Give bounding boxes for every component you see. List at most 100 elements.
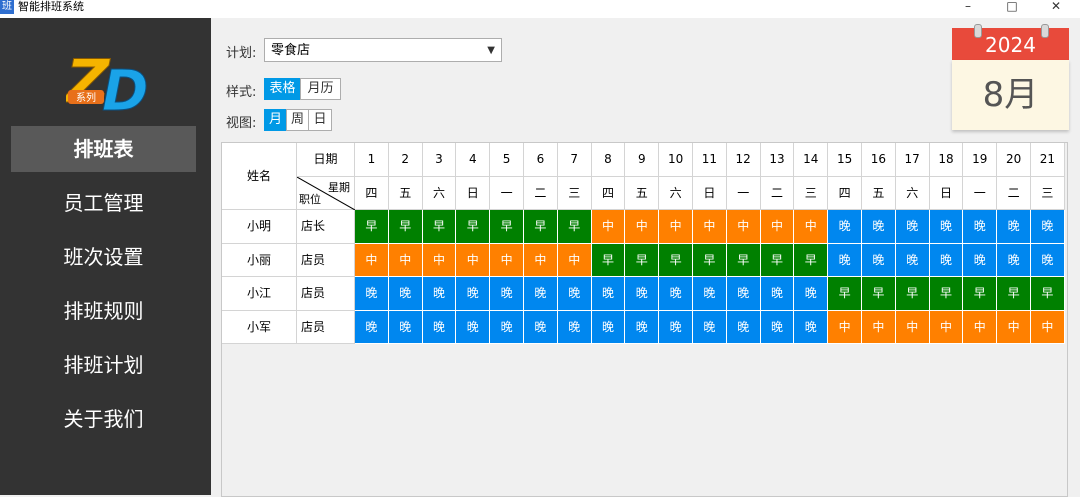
shift-cell[interactable]: 晚 (997, 210, 1031, 244)
shift-cell[interactable]: 晚 (963, 210, 998, 244)
shift-cell[interactable]: 早 (490, 210, 524, 244)
shift-cell[interactable]: 中 (388, 243, 423, 277)
shift-cell[interactable]: 中 (997, 310, 1031, 344)
shift-cell[interactable]: 晚 (693, 277, 727, 311)
sidebar-item-plans[interactable]: 排班计划 (11, 342, 196, 388)
shift-cell[interactable]: 晚 (456, 277, 491, 311)
view-option-month[interactable]: 月 (264, 109, 287, 131)
shift-cell[interactable]: 中 (524, 243, 558, 277)
shift-cell[interactable]: 晚 (388, 310, 423, 344)
shift-cell[interactable]: 中 (862, 310, 896, 344)
shift-cell[interactable]: 早 (963, 277, 998, 311)
shift-cell[interactable]: 早 (693, 243, 727, 277)
shift-cell[interactable]: 中 (659, 210, 693, 244)
sidebar-item-schedule[interactable]: 排班表 (11, 126, 196, 172)
shift-cell[interactable]: 晚 (355, 310, 389, 344)
shift-cell[interactable]: 晚 (456, 310, 491, 344)
shift-cell[interactable]: 晚 (524, 277, 558, 311)
shift-cell[interactable]: 晚 (997, 243, 1031, 277)
shift-cell[interactable]: 中 (828, 310, 862, 344)
shift-cell[interactable]: 早 (355, 210, 389, 244)
shift-cell[interactable]: 晚 (591, 310, 626, 344)
shift-cell[interactable]: 晚 (557, 310, 592, 344)
style-option-table[interactable]: 表格 (264, 78, 301, 100)
shift-cell[interactable]: 早 (1031, 277, 1065, 311)
shift-cell[interactable]: 晚 (895, 210, 930, 244)
close-button[interactable]: ✕ (1041, 0, 1071, 14)
shift-cell[interactable]: 中 (355, 243, 389, 277)
shift-cell[interactable]: 中 (625, 210, 660, 244)
shift-cell[interactable]: 晚 (659, 310, 693, 344)
shift-cell[interactable]: 晚 (726, 310, 761, 344)
shift-cell[interactable]: 晚 (828, 243, 862, 277)
shift-cell[interactable]: 晚 (693, 310, 727, 344)
shift-cell[interactable]: 中 (794, 210, 829, 244)
shift-cell[interactable]: 晚 (659, 277, 693, 311)
shift-cell[interactable]: 晚 (1031, 243, 1065, 277)
maximize-button[interactable]: □ (997, 0, 1027, 14)
style-option-calendar[interactable]: 月历 (300, 78, 341, 100)
shift-cell[interactable]: 中 (1031, 310, 1065, 344)
shift-cell[interactable]: 早 (659, 243, 693, 277)
shift-cell[interactable]: 中 (557, 243, 592, 277)
shift-cell[interactable]: 晚 (929, 210, 964, 244)
shift-cell[interactable]: 中 (422, 243, 457, 277)
shift-cell[interactable]: 晚 (828, 210, 862, 244)
shift-cell[interactable]: 早 (726, 243, 761, 277)
shift-cell[interactable]: 早 (388, 210, 423, 244)
shift-cell[interactable]: 中 (693, 210, 727, 244)
shift-cell[interactable]: 早 (625, 243, 660, 277)
shift-cell[interactable]: 早 (422, 210, 457, 244)
shift-cell[interactable]: 晚 (422, 277, 457, 311)
shift-cell[interactable]: 中 (726, 210, 761, 244)
shift-cell[interactable]: 中 (591, 210, 626, 244)
weekday-cell: 五 (388, 176, 423, 210)
shift-cell[interactable]: 早 (456, 210, 491, 244)
shift-cell[interactable]: 晚 (625, 277, 660, 311)
sidebar-item-employees[interactable]: 员工管理 (11, 180, 196, 226)
shift-cell[interactable]: 晚 (862, 243, 896, 277)
shift-cell[interactable]: 晚 (490, 277, 524, 311)
sidebar-item-shifts[interactable]: 班次设置 (11, 234, 196, 280)
shift-cell[interactable]: 晚 (760, 277, 795, 311)
shift-cell[interactable]: 晚 (388, 277, 423, 311)
shift-cell[interactable]: 早 (524, 210, 558, 244)
view-option-day[interactable]: 日 (308, 109, 332, 131)
shift-cell[interactable]: 早 (828, 277, 862, 311)
shift-cell[interactable]: 晚 (929, 243, 964, 277)
shift-cell[interactable]: 晚 (557, 277, 592, 311)
shift-cell[interactable]: 早 (794, 243, 829, 277)
shift-cell[interactable]: 早 (591, 243, 626, 277)
shift-cell[interactable]: 早 (997, 277, 1031, 311)
shift-cell[interactable]: 晚 (524, 310, 558, 344)
minimize-button[interactable]: – (953, 0, 983, 14)
shift-cell[interactable]: 晚 (794, 277, 829, 311)
plan-select[interactable]: 零食店 ▼ (264, 38, 502, 62)
shift-cell[interactable]: 早 (760, 243, 795, 277)
shift-cell[interactable]: 中 (490, 243, 524, 277)
sidebar-item-rules[interactable]: 排班规则 (11, 288, 196, 334)
shift-cell[interactable]: 晚 (862, 210, 896, 244)
shift-cell[interactable]: 晚 (591, 277, 626, 311)
shift-cell[interactable]: 早 (862, 277, 896, 311)
shift-cell[interactable]: 晚 (726, 277, 761, 311)
shift-cell[interactable]: 中 (895, 310, 930, 344)
shift-cell[interactable]: 晚 (760, 310, 795, 344)
shift-cell[interactable]: 早 (557, 210, 592, 244)
shift-cell[interactable]: 中 (456, 243, 491, 277)
shift-cell[interactable]: 晚 (355, 277, 389, 311)
view-option-week[interactable]: 周 (286, 109, 309, 131)
shift-cell[interactable]: 早 (929, 277, 964, 311)
shift-cell[interactable]: 中 (760, 210, 795, 244)
shift-cell[interactable]: 晚 (422, 310, 457, 344)
shift-cell[interactable]: 晚 (963, 243, 998, 277)
shift-cell[interactable]: 晚 (625, 310, 660, 344)
shift-cell[interactable]: 晚 (490, 310, 524, 344)
shift-cell[interactable]: 晚 (895, 243, 930, 277)
shift-cell[interactable]: 中 (929, 310, 964, 344)
shift-cell[interactable]: 早 (895, 277, 930, 311)
shift-cell[interactable]: 中 (963, 310, 998, 344)
shift-cell[interactable]: 晚 (1031, 210, 1065, 244)
shift-cell[interactable]: 晚 (794, 310, 829, 344)
sidebar-item-about[interactable]: 关于我们 (11, 396, 196, 442)
